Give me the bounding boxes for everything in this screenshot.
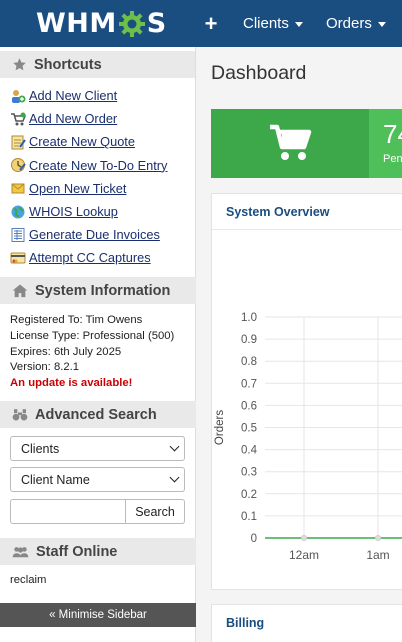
advanced-search-header: Advanced Search xyxy=(0,401,196,428)
update-available-notice[interactable]: An update is available! xyxy=(10,376,186,392)
y-tick-label: 0.1 xyxy=(241,511,257,523)
logo-text-right: S xyxy=(146,8,167,39)
search-type-value: Clients xyxy=(21,441,60,456)
shortcut-open-new-ticket[interactable]: Open New Ticket xyxy=(10,177,195,200)
y-axis-label: Orders xyxy=(214,410,226,445)
staff-online-header: Staff Online xyxy=(0,538,196,565)
shortcut-label: Attempt CC Captures xyxy=(29,250,151,266)
search-field-value: Client Name xyxy=(21,472,90,487)
shortcut-label: Generate Due Invoices xyxy=(29,227,160,243)
billing-title: Billing xyxy=(226,616,265,630)
shortcut-label: Open New Ticket xyxy=(29,180,127,196)
shortcut-add-new-client[interactable]: Add New Client xyxy=(10,84,195,107)
shortcut-generate-due-invoices[interactable]: Generate Due Invoices xyxy=(10,223,195,246)
system-overview-title: System Overview xyxy=(226,205,330,219)
advanced-search-title: Advanced Search xyxy=(35,406,157,423)
y-tick-label: 0.9 xyxy=(241,334,257,346)
staff-online-user: reclaim xyxy=(10,574,47,586)
ticket-icon xyxy=(11,183,25,194)
y-tick-label: 1.0 xyxy=(241,312,257,324)
cart-icon xyxy=(11,112,26,126)
main-content: Dashboard 74 Pen System Overview 1.0 0.9 0… xyxy=(196,47,402,642)
data-point xyxy=(301,535,307,541)
shortcuts-title: Shortcuts xyxy=(34,56,102,73)
pending-orders-label: Pen xyxy=(383,153,402,165)
y-tick-label: 0.2 xyxy=(241,489,257,501)
invoice-icon xyxy=(11,227,25,242)
search-row: Search xyxy=(10,499,185,524)
y-tick-label: 0.5 xyxy=(241,423,257,435)
chevron-down-icon xyxy=(169,472,180,483)
add-client-icon xyxy=(12,89,26,103)
shortcut-label: Create New Quote xyxy=(29,134,135,150)
users-icon xyxy=(12,546,29,557)
nav-clients-menu[interactable]: Clients xyxy=(243,0,303,47)
shortcut-attempt-cc-captures[interactable]: Attempt CC Captures xyxy=(10,246,195,269)
globe-icon xyxy=(11,205,25,219)
billing-panel: Billing xyxy=(211,604,402,642)
nav-clients-label: Clients xyxy=(243,15,289,32)
search-field-select[interactable]: Client Name xyxy=(10,467,185,492)
x-tick-label: 12am xyxy=(289,548,319,562)
data-point xyxy=(375,535,381,541)
star-icon xyxy=(13,58,26,71)
credit-card-icon xyxy=(10,252,26,264)
registered-to: Registered To: Tim Owens xyxy=(10,314,143,326)
gear-logo-icon xyxy=(118,11,145,37)
system-information-panel: Registered To: Tim Owens License Type: P… xyxy=(0,304,196,398)
orders-chart: 1.0 0.9 0.8 0.7 0.6 0.5 0.4 0.3 0.2 0.1 0 12am 1am Or… xyxy=(214,312,402,562)
logo-text-left: WHM xyxy=(36,8,117,39)
y-tick-label: 0.8 xyxy=(241,356,257,368)
caret-down-icon xyxy=(377,22,386,27)
y-tick-label: 0 xyxy=(251,533,257,545)
minimise-sidebar-button[interactable]: « Minimise Sidebar xyxy=(0,603,196,627)
y-tick-label: 0.6 xyxy=(241,400,257,412)
staff-online-title: Staff Online xyxy=(36,543,118,560)
shortcut-whois-lookup[interactable]: WHOIS Lookup xyxy=(10,200,195,223)
todo-icon xyxy=(11,158,26,173)
quote-icon xyxy=(11,135,26,150)
expires: Expires: 6th July 2025 xyxy=(10,345,122,358)
system-overview-panel: System Overview 1.0 0.9 0.8 0.7 0.6 0.5 0.4 0.3… xyxy=(211,193,402,590)
search-input[interactable] xyxy=(10,499,126,524)
pending-orders-count-tile[interactable]: 74 Pen xyxy=(369,109,402,178)
shortcut-create-new-todo[interactable]: Create New To-Do Entry xyxy=(10,154,195,177)
caret-down-icon xyxy=(294,22,303,27)
x-tick-label: 1am xyxy=(366,548,389,562)
shortcut-label: Add New Order xyxy=(29,111,118,127)
shortcuts-list: Add New Client Add New Order Create New … xyxy=(0,78,195,274)
y-tick-label: 0.7 xyxy=(241,378,257,390)
version: Version: 8.2.1 xyxy=(10,361,80,374)
page-title: Dashboard xyxy=(211,62,307,84)
shortcut-label: WHOIS Lookup xyxy=(29,204,118,220)
shortcut-label: Create New To-Do Entry xyxy=(29,157,168,173)
shortcut-label: Add New Client xyxy=(29,88,118,104)
y-tick-label: 0.3 xyxy=(241,467,257,479)
add-new-button[interactable]: + xyxy=(200,0,222,47)
search-type-select[interactable]: Clients xyxy=(10,436,185,461)
nav-orders-menu[interactable]: Orders xyxy=(326,0,386,47)
shortcuts-header: Shortcuts xyxy=(0,51,195,78)
sidebar: Shortcuts Add New Client Add New Order C… xyxy=(0,47,196,642)
cart-icon xyxy=(270,124,312,160)
system-information-header: System Information xyxy=(0,277,196,304)
whmcs-logo[interactable]: WHM S xyxy=(36,7,167,41)
y-tick-label: 0.4 xyxy=(241,445,258,457)
home-icon xyxy=(12,284,28,298)
license-type: License Type: Professional (500) xyxy=(10,329,175,342)
pending-orders-count: 74 xyxy=(383,119,402,149)
chevron-down-icon xyxy=(169,441,180,452)
binoculars-icon xyxy=(12,409,28,421)
shortcut-add-new-order[interactable]: Add New Order xyxy=(10,107,195,130)
orders-pending-tile[interactable] xyxy=(211,109,369,178)
shortcut-create-new-quote[interactable]: Create New Quote xyxy=(10,130,195,153)
top-navbar: WHM S + Clients Orders xyxy=(0,0,402,47)
system-information-title: System Information xyxy=(35,282,171,299)
nav-orders-label: Orders xyxy=(326,15,372,32)
search-button[interactable]: Search xyxy=(126,499,185,524)
